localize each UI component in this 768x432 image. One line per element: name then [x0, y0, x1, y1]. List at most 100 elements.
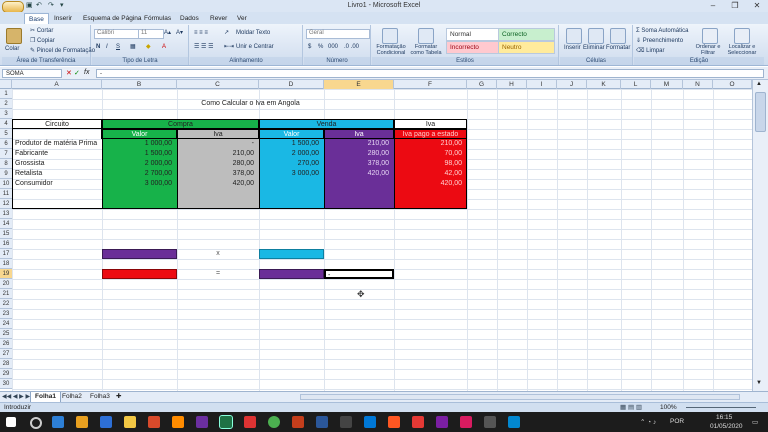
- scroll-up-icon[interactable]: ▲: [756, 81, 762, 87]
- copy-button[interactable]: ❐ Copiar: [30, 37, 55, 45]
- app-icon[interactable]: [76, 416, 88, 428]
- row-header[interactable]: 20: [0, 279, 12, 289]
- restore-button[interactable]: ❐: [724, 0, 746, 12]
- iva-pago-cell[interactable]: 420,00: [394, 179, 467, 189]
- column-header-l[interactable]: L: [621, 80, 651, 89]
- chrome-icon[interactable]: [268, 416, 280, 428]
- horizontal-scrollbar[interactable]: [300, 394, 740, 400]
- select-all-corner[interactable]: [0, 80, 12, 89]
- conditional-format-icon[interactable]: [382, 28, 398, 44]
- sort-filter-button[interactable]: Ordenar e Filtrar: [694, 44, 722, 56]
- cancel-entry-icon[interactable]: ✕: [66, 69, 72, 77]
- style-normal[interactable]: Normal: [446, 28, 501, 41]
- column-header-i[interactable]: I: [527, 80, 557, 89]
- row-header[interactable]: 7: [0, 149, 12, 159]
- style-incorrect[interactable]: Incorrecto: [446, 41, 501, 54]
- format-table-icon[interactable]: [418, 28, 434, 44]
- font-size-select[interactable]: 11: [138, 29, 164, 39]
- percent-button[interactable]: %: [318, 43, 323, 51]
- column-header-j[interactable]: J: [557, 80, 587, 89]
- italic-button[interactable]: I: [106, 43, 108, 51]
- tab-rever[interactable]: Rever: [206, 13, 231, 24]
- venda-valor-cell[interactable]: 2 000,00: [259, 149, 324, 159]
- column-header-c[interactable]: C: [177, 80, 259, 89]
- compra-iva-cell[interactable]: 378,00: [177, 169, 259, 179]
- row-header[interactable]: 9: [0, 169, 12, 179]
- cut-button[interactable]: ✂ Cortar: [30, 27, 53, 35]
- app-icon[interactable]: [388, 416, 400, 428]
- font-color-icon[interactable]: A: [162, 43, 166, 51]
- zoom-slider[interactable]: [686, 407, 756, 408]
- row-header[interactable]: 4: [0, 119, 12, 129]
- app-icon[interactable]: [412, 416, 424, 428]
- sheet-tab-folha3[interactable]: Folha3: [86, 392, 114, 402]
- search-icon[interactable]: [30, 417, 42, 429]
- row-header[interactable]: 5: [0, 129, 12, 139]
- iva-pago-cell[interactable]: 70,00: [394, 149, 467, 159]
- legend-red-swatch[interactable]: [102, 269, 177, 279]
- row-header[interactable]: 24: [0, 319, 12, 329]
- venda-iva-cell[interactable]: 210,00: [324, 139, 394, 149]
- legend-cyan-swatch[interactable]: [259, 249, 324, 259]
- word-icon[interactable]: [316, 416, 328, 428]
- compra-valor-cell[interactable]: 2 000,00: [102, 159, 177, 169]
- compra-valor-cell[interactable]: 1 500,00: [102, 149, 177, 159]
- row-header[interactable]: 19: [0, 269, 12, 279]
- confirm-entry-icon[interactable]: ✓: [74, 69, 80, 77]
- tab-inserir[interactable]: Inserir: [50, 13, 76, 24]
- venda-valor-cell[interactable]: 270,00: [259, 159, 324, 169]
- row-header[interactable]: 15: [0, 229, 12, 239]
- row-header[interactable]: 21: [0, 289, 12, 299]
- conditional-format-button[interactable]: Formatação Condicional: [374, 44, 408, 56]
- folder-icon[interactable]: [124, 416, 136, 428]
- row-header[interactable]: 28: [0, 359, 12, 369]
- row-header[interactable]: 18: [0, 259, 12, 269]
- clear-button[interactable]: ⌫ Limpar: [636, 47, 665, 55]
- column-header-d[interactable]: D: [259, 80, 324, 89]
- row-header[interactable]: 29: [0, 369, 12, 379]
- shrink-font-icon[interactable]: A▾: [176, 29, 183, 37]
- app-icon[interactable]: [460, 416, 472, 428]
- row-header[interactable]: 25: [0, 329, 12, 339]
- decimal-icon[interactable]: .0 .00: [344, 43, 359, 51]
- align-left-icon[interactable]: ☰ ☰ ☰: [194, 43, 213, 51]
- task-view-icon[interactable]: [52, 416, 64, 428]
- compra-valor-cell[interactable]: 2 700,00: [102, 169, 177, 179]
- browser-icon[interactable]: [100, 416, 112, 428]
- orientation-icon[interactable]: ↗: [224, 29, 229, 37]
- column-header-b[interactable]: B: [102, 80, 177, 89]
- underline-button[interactable]: S: [116, 43, 120, 51]
- row-header[interactable]: 14: [0, 219, 12, 229]
- merge-center-button[interactable]: Unir e Centrar: [236, 43, 274, 51]
- powerpoint-icon[interactable]: [292, 416, 304, 428]
- row-header[interactable]: 1: [0, 89, 12, 99]
- row-header[interactable]: 16: [0, 239, 12, 249]
- windows-start-icon[interactable]: [6, 417, 16, 427]
- app-icon[interactable]: [172, 416, 184, 428]
- indent-icon[interactable]: ⇤⇥: [224, 43, 234, 51]
- row-header[interactable]: 10: [0, 179, 12, 189]
- app-icon[interactable]: [244, 416, 256, 428]
- sheet-tab-folha2[interactable]: Folha2: [58, 392, 86, 402]
- paste-button[interactable]: Colar: [5, 45, 19, 53]
- tab-formulas[interactable]: Fórmulas: [140, 13, 175, 24]
- format-as-table-button[interactable]: Formatar como Tabela: [410, 44, 442, 56]
- app-icon[interactable]: [436, 416, 448, 428]
- row-header[interactable]: 30: [0, 379, 12, 389]
- compra-iva-cell[interactable]: 280,00: [177, 159, 259, 169]
- column-header-f[interactable]: F: [394, 80, 467, 89]
- clock-time[interactable]: 16:15: [716, 414, 732, 421]
- borders-icon[interactable]: ▦: [130, 43, 136, 51]
- sort-filter-icon[interactable]: [702, 28, 718, 44]
- app-icon[interactable]: [484, 416, 496, 428]
- style-neutral[interactable]: Neutro: [498, 41, 555, 54]
- row-header[interactable]: 23: [0, 309, 12, 319]
- column-header-g[interactable]: G: [467, 80, 497, 89]
- align-top-icon[interactable]: ≡ ≡ ≡: [194, 29, 208, 37]
- format-cells-icon[interactable]: [610, 28, 626, 44]
- column-header-k[interactable]: K: [587, 80, 621, 89]
- excel-icon[interactable]: [219, 415, 233, 429]
- iva-pago-cell[interactable]: 98,00: [394, 159, 467, 169]
- compra-iva-cell[interactable]: 420,00: [177, 179, 259, 189]
- tab-ver[interactable]: Ver: [233, 13, 251, 24]
